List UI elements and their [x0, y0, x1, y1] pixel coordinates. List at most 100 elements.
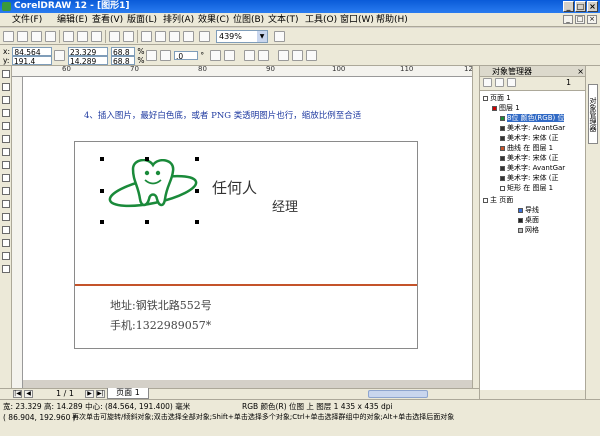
- application-launcher-icon[interactable]: [169, 31, 180, 42]
- menu-layout[interactable]: 版面(L): [127, 14, 157, 26]
- menu-file[interactable]: 文件(F): [12, 14, 42, 26]
- selection-handle[interactable]: [100, 220, 104, 224]
- pick-tool-icon[interactable]: [2, 70, 10, 78]
- tooth-logo-bitmap[interactable]: [103, 159, 203, 219]
- selection-handle[interactable]: [100, 157, 104, 161]
- tree-item-text[interactable]: 美术字: 宋体 (正: [500, 134, 559, 142]
- ellipse-tool-icon[interactable]: [2, 161, 10, 169]
- doc-close-button[interactable]: ×: [587, 15, 597, 24]
- menu-effects[interactable]: 效果(C): [198, 14, 229, 26]
- zoom-level-select[interactable]: 439% ▼: [216, 30, 268, 43]
- export-icon[interactable]: [155, 31, 166, 42]
- shape-tool-icon[interactable]: [2, 83, 10, 91]
- print-icon[interactable]: [45, 31, 56, 42]
- interactive-blend-tool-icon[interactable]: [2, 213, 10, 221]
- tree-item-bitmap[interactable]: 8位 颜色(RGB) 位: [500, 114, 565, 122]
- scale-width-input[interactable]: 68.8: [111, 47, 135, 57]
- open-icon[interactable]: [17, 31, 28, 42]
- import-icon[interactable]: [141, 31, 152, 42]
- paste-icon[interactable]: [91, 31, 102, 42]
- next-page-icon[interactable]: ▶: [85, 390, 94, 398]
- card-name-text[interactable]: 任何人: [212, 177, 257, 198]
- prev-page-icon[interactable]: ◀: [24, 390, 33, 398]
- docker-side-tab-object-manager[interactable]: 对象管理器: [588, 84, 598, 144]
- basic-shapes-tool-icon[interactable]: [2, 187, 10, 195]
- x-position-field[interactable]: x: 84.564 mm: [3, 47, 53, 66]
- horizontal-ruler[interactable]: 60 70 80 90 100 110 120: [12, 66, 472, 77]
- freehand-tool-icon[interactable]: [2, 122, 10, 130]
- mirror-vertical-icon[interactable]: [224, 50, 235, 61]
- tree-item-text[interactable]: 美术字: 宋体 (正: [500, 174, 559, 182]
- menu-bitmaps[interactable]: 位图(B): [233, 14, 264, 26]
- card-divider-line[interactable]: [75, 284, 417, 286]
- tree-item-desktop[interactable]: 桌面: [518, 216, 539, 224]
- tree-item-guides[interactable]: 导线: [518, 206, 539, 214]
- wrap-text-icon[interactable]: [278, 50, 289, 61]
- cut-icon[interactable]: [63, 31, 74, 42]
- tree-item-page[interactable]: 页面 1: [483, 94, 511, 102]
- selection-handle[interactable]: [195, 157, 199, 161]
- zoom-icon[interactable]: [199, 31, 210, 42]
- show-properties-icon[interactable]: [483, 78, 492, 87]
- mirror-horizontal-icon[interactable]: [210, 50, 221, 61]
- scale-height-input[interactable]: 68.8: [111, 56, 135, 66]
- last-page-icon[interactable]: ▶|: [96, 390, 105, 398]
- close-button[interactable]: ×: [587, 1, 598, 12]
- menu-help[interactable]: 帮助(H): [376, 14, 408, 26]
- edit-bitmap-icon[interactable]: [258, 50, 269, 61]
- horizontal-scroll-thumb[interactable]: [368, 390, 428, 398]
- selection-handle[interactable]: [195, 220, 199, 224]
- y-position-field[interactable]: y: 191.4 mm: [3, 56, 52, 75]
- selection-handle[interactable]: [145, 220, 149, 224]
- selection-handle[interactable]: [145, 157, 149, 161]
- doc-minimize-button[interactable]: _: [563, 15, 573, 24]
- eyedropper-tool-icon[interactable]: [2, 226, 10, 234]
- fill-tool-icon[interactable]: [2, 252, 10, 260]
- doc-restore-button[interactable]: □: [575, 15, 585, 24]
- vertical-scrollbar[interactable]: [472, 66, 479, 388]
- interactive-fill-tool-icon[interactable]: [2, 265, 10, 273]
- save-icon[interactable]: [31, 31, 42, 42]
- tree-item-text[interactable]: 美术字: 宋体 (正: [500, 154, 559, 162]
- menu-text[interactable]: 文本(T): [268, 14, 299, 26]
- drawing-canvas[interactable]: 4、插入图片，最好白色底，或者 PNG 类透明图片也行，缩放比例至合适 任何人 …: [23, 77, 472, 380]
- x-position-input[interactable]: 84.564 mm: [12, 47, 53, 66]
- vertical-ruler[interactable]: [12, 77, 23, 388]
- new-document-icon[interactable]: [3, 31, 14, 42]
- tree-item-master-page[interactable]: 主 页面: [483, 196, 513, 204]
- lock-ratio-icon[interactable]: [146, 50, 157, 61]
- tree-item-curve[interactable]: 曲线 在 图层 1: [500, 144, 553, 152]
- layer-manager-icon[interactable]: [507, 78, 516, 87]
- tree-item-layer[interactable]: 图层 1: [492, 104, 520, 112]
- tree-item-grid[interactable]: 网格: [518, 226, 539, 234]
- first-page-icon[interactable]: |◀: [13, 390, 22, 398]
- undo-icon[interactable]: [109, 31, 120, 42]
- rectangle-tool-icon[interactable]: [2, 148, 10, 156]
- card-phone-text[interactable]: 手机:1322989057*: [110, 317, 211, 333]
- snap-to-icon[interactable]: [274, 31, 285, 42]
- polygon-tool-icon[interactable]: [2, 174, 10, 182]
- crop-tool-icon[interactable]: [2, 96, 10, 104]
- minimize-button[interactable]: _: [563, 1, 574, 12]
- page-tab-1[interactable]: 页面 1: [107, 388, 149, 399]
- trace-bitmap-icon[interactable]: [244, 50, 255, 61]
- tree-item-text[interactable]: 美术字: AvantGar: [500, 124, 565, 132]
- y-position-input[interactable]: 191.4 mm: [11, 56, 52, 75]
- width-input[interactable]: 23.329 mm: [68, 47, 108, 66]
- menu-window[interactable]: 窗口(W): [340, 14, 374, 26]
- menu-tools[interactable]: 工具(O): [305, 14, 337, 26]
- card-address-text[interactable]: 地址:钢铁北路552号: [110, 297, 212, 313]
- copy-icon[interactable]: [77, 31, 88, 42]
- card-title-text[interactable]: 经理: [272, 196, 298, 215]
- menu-edit[interactable]: 编辑(E): [57, 14, 88, 26]
- smart-fill-tool-icon[interactable]: [2, 135, 10, 143]
- tree-item-text[interactable]: 美术字: AvantGar: [500, 164, 565, 172]
- menu-arrange[interactable]: 排列(A): [163, 14, 194, 26]
- corel-online-icon[interactable]: [183, 31, 194, 42]
- selection-handle[interactable]: [100, 189, 104, 193]
- to-back-icon[interactable]: [306, 50, 317, 61]
- to-front-icon[interactable]: [292, 50, 303, 61]
- selection-handle[interactable]: [195, 189, 199, 193]
- text-tool-icon[interactable]: [2, 200, 10, 208]
- outline-tool-icon[interactable]: [2, 239, 10, 247]
